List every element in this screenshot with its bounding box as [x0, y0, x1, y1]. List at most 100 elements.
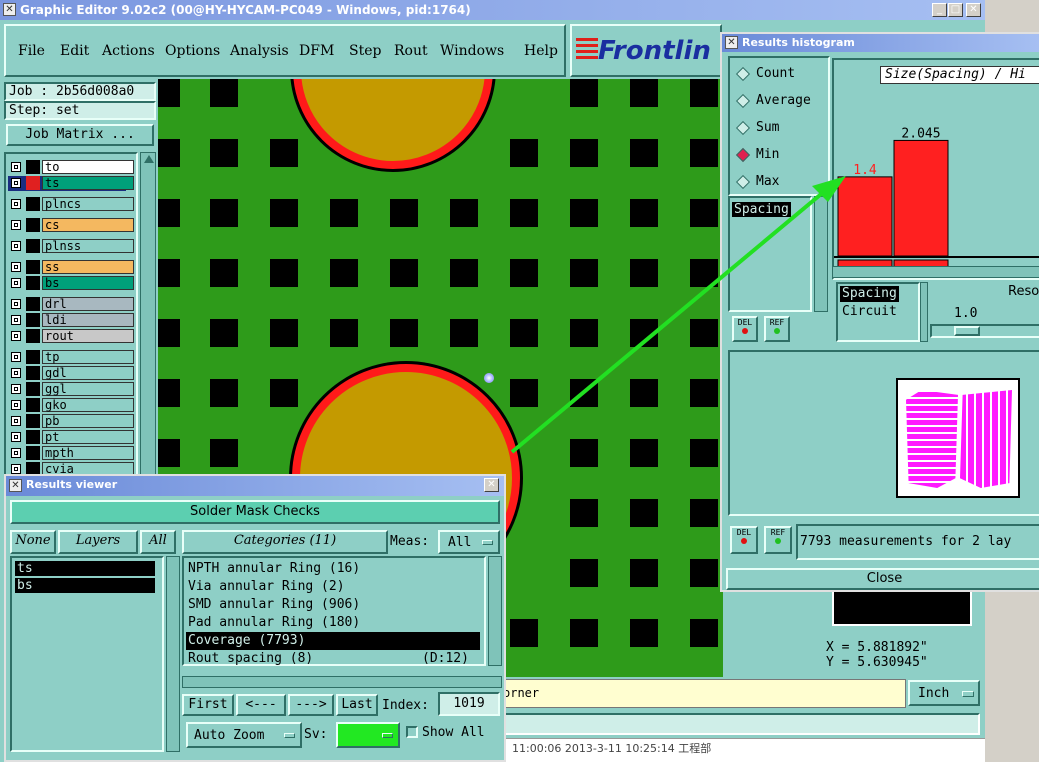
last-button[interactable]: Last [336, 694, 378, 716]
menu-step[interactable]: Step [349, 41, 381, 61]
histogram-bar[interactable] [837, 176, 893, 257]
layer-visible-checkbox[interactable] [11, 464, 21, 474]
layer-row-to[interactable]: to [8, 160, 134, 175]
reso-slider-handle[interactable] [954, 326, 980, 336]
menu-rout[interactable]: Rout [394, 41, 428, 61]
layer-color-swatch[interactable] [26, 176, 40, 190]
minimize-button[interactable]: _ [932, 3, 947, 17]
menu-windows[interactable]: Windows [440, 41, 504, 61]
menu-edit[interactable]: Edit [60, 41, 89, 61]
layer-visible-checkbox[interactable] [11, 331, 21, 341]
radio-icon[interactable] [735, 93, 751, 109]
histogram-close-button[interactable]: Close [726, 568, 1039, 590]
category-item[interactable]: Coverage (7793) [186, 632, 480, 650]
layer-visible-checkbox[interactable] [11, 241, 21, 251]
mode-option-count[interactable]: Count [734, 64, 826, 84]
viewer-close-button[interactable]: ✕ [484, 478, 499, 492]
reso-slider[interactable] [930, 324, 1039, 338]
layer-row-pb[interactable]: pb [8, 414, 134, 429]
layer-color-swatch[interactable] [26, 160, 40, 174]
info-item-spacing[interactable]: Spacing [840, 286, 899, 302]
sv-color-select[interactable] [336, 722, 400, 748]
category-item[interactable]: Pad annular Ring (180) [186, 614, 480, 632]
layer-color-swatch[interactable] [26, 398, 40, 412]
layer-color-swatch[interactable] [26, 239, 40, 253]
prev-button[interactable]: <--- [236, 694, 286, 716]
layer-color-swatch[interactable] [26, 218, 40, 232]
layer-color-swatch[interactable] [26, 329, 40, 343]
layer-visible-checkbox[interactable] [11, 384, 21, 394]
layer-row-plnss[interactable]: plnss [8, 239, 134, 254]
layer-row-drl[interactable]: drl [8, 297, 134, 312]
layer-row-bs[interactable]: bs [8, 276, 134, 291]
layer-visible-checkbox[interactable] [11, 416, 21, 426]
del-button-top[interactable]: DEL [732, 316, 758, 342]
layer-visible-checkbox[interactable] [11, 278, 21, 288]
unit-select[interactable]: Inch [908, 680, 980, 706]
ref-button-bottom[interactable]: REF [764, 526, 792, 554]
layer-visible-checkbox[interactable] [11, 299, 21, 309]
info-list-scrollbar[interactable] [920, 282, 928, 342]
viewer-layer-item-bs[interactable]: bs [15, 578, 155, 593]
none-button[interactable]: None [10, 530, 56, 554]
solder-mask-header[interactable]: Solder Mask Checks [10, 500, 500, 524]
layer-visible-checkbox[interactable] [11, 448, 21, 458]
main-title-bar[interactable]: ✕ Graphic Editor 9.02c2 (00@HY-HYCAM-PC0… [0, 0, 985, 20]
layer-color-swatch[interactable] [26, 260, 40, 274]
layer-visible-checkbox[interactable] [11, 178, 21, 188]
histogram-bar[interactable] [893, 139, 949, 257]
measure-list-item-spacing[interactable]: Spacing [732, 202, 791, 217]
chart-hscrollbar[interactable] [832, 266, 1039, 278]
auto-zoom-select[interactable]: Auto Zoom [186, 722, 302, 748]
layer-row-pt[interactable]: pt [8, 430, 134, 445]
category-item[interactable]: NPTH annular Ring (16) [186, 560, 480, 578]
viewer-layer-scrollbar[interactable] [166, 556, 180, 752]
layer-row-ggl[interactable]: ggl [8, 382, 134, 397]
layer-color-swatch[interactable] [26, 414, 40, 428]
layer-color-swatch[interactable] [26, 350, 40, 364]
menu-file[interactable]: File [18, 41, 45, 61]
menu-actions[interactable]: Actions [102, 41, 155, 61]
categories-button[interactable]: Categories (11) [182, 530, 388, 554]
menu-analysis[interactable]: Analysis [230, 41, 289, 61]
layer-row-mpth[interactable]: mpth [8, 446, 134, 461]
radio-icon[interactable] [735, 66, 751, 82]
next-button[interactable]: ---> [288, 694, 334, 716]
layer-color-swatch[interactable] [26, 313, 40, 327]
results-viewer-title-bar[interactable]: ✕ Results viewer ✕ [6, 476, 504, 496]
mode-option-sum[interactable]: Sum [734, 118, 826, 138]
scroll-up-icon[interactable] [144, 155, 154, 163]
mode-option-average[interactable]: Average [734, 91, 826, 111]
close-button[interactable]: ✕ [966, 3, 981, 17]
layer-visible-checkbox[interactable] [11, 199, 21, 209]
layer-color-swatch[interactable] [26, 366, 40, 380]
first-button[interactable]: First [182, 694, 234, 716]
layer-visible-checkbox[interactable] [11, 400, 21, 410]
radio-selected-icon[interactable] [735, 147, 751, 163]
layer-visible-checkbox[interactable] [11, 432, 21, 442]
layer-row-gko[interactable]: gko [8, 398, 134, 413]
mini-view[interactable] [832, 588, 972, 626]
histogram-title-bar[interactable]: ✕ Results histogram [722, 34, 1039, 52]
layer-row-plncs[interactable]: plncs [8, 197, 134, 212]
layer-visible-checkbox[interactable] [11, 162, 21, 172]
category-item[interactable]: Rout spacing (8) (D:12) [186, 650, 480, 668]
layer-row-ts[interactable]: ts [8, 176, 134, 191]
layer-row-cs[interactable]: cs [8, 218, 134, 233]
layer-color-swatch[interactable] [26, 446, 40, 460]
ref-button-top[interactable]: REF [764, 316, 790, 342]
layer-visible-checkbox[interactable] [11, 352, 21, 362]
layer-color-swatch[interactable] [26, 430, 40, 444]
layer-row-gdl[interactable]: gdl [8, 366, 134, 381]
category-hscrollbar[interactable] [182, 676, 502, 688]
index-input[interactable]: 1019 [438, 692, 500, 716]
job-matrix-button[interactable]: Job Matrix ... [6, 124, 154, 146]
layer-visible-checkbox[interactable] [11, 262, 21, 272]
measure-list-scrollbar[interactable] [814, 196, 828, 312]
all-layers-button[interactable]: All [140, 530, 176, 554]
category-scrollbar[interactable] [488, 556, 502, 666]
layer-visible-checkbox[interactable] [11, 315, 21, 325]
layer-color-swatch[interactable] [26, 197, 40, 211]
maximize-button[interactable]: □ [948, 3, 963, 17]
layer-row-rout[interactable]: rout [8, 329, 134, 344]
